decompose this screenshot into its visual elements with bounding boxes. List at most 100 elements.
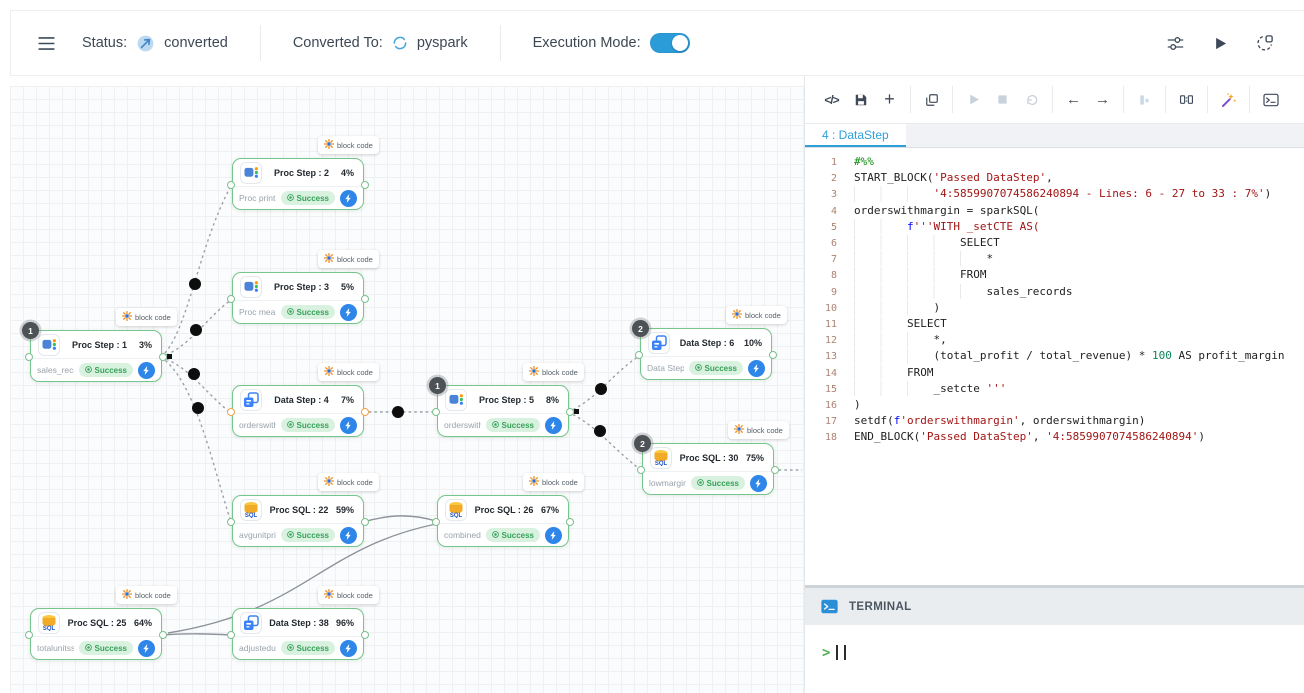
edge-waypoint-dot[interactable] [188, 368, 200, 380]
graph-node-25[interactable]: block codeSQLProc SQL : 2564%totalunitss… [30, 608, 162, 660]
input-port[interactable] [227, 631, 235, 639]
status-badge-success: Success [486, 418, 540, 432]
status-badge-success: Success [281, 191, 335, 205]
input-port[interactable] [227, 181, 235, 189]
terminal-input[interactable]: > [805, 628, 1304, 693]
code-token: orderswithmargin = sparkSQL( [854, 203, 1039, 219]
block-code-chip[interactable]: block code [116, 308, 177, 326]
block-code-label: block code [337, 255, 373, 264]
sync-icon [392, 35, 408, 51]
graph-node-22[interactable]: block codeSQLProc SQL : 2259%avgunitpric… [232, 495, 364, 547]
node-action-button[interactable] [748, 360, 765, 377]
node-action-button[interactable] [340, 527, 357, 544]
node-action-button[interactable] [545, 417, 562, 434]
input-port[interactable] [25, 631, 33, 639]
graph-node-30[interactable]: 2block codeSQLProc SQL : 3075%lowmargino… [642, 443, 774, 495]
input-port[interactable] [227, 518, 235, 526]
code-line: 2START_BLOCK('Passed DataStep', [805, 170, 1304, 186]
block-code-chip[interactable]: block code [318, 473, 379, 491]
screens-icon[interactable] [1256, 34, 1274, 52]
node-action-button[interactable] [340, 417, 357, 434]
node-card: SQLProc SQL : 2259%avgunitprice...Succes… [232, 495, 364, 547]
input-port[interactable] [635, 351, 643, 359]
edge-waypoint-dot[interactable] [594, 425, 606, 437]
node-action-button[interactable] [750, 475, 767, 492]
line-number: 10 [805, 300, 837, 316]
graph-node-38[interactable]: block codeData Step : 3896%adjustedunit.… [232, 608, 364, 660]
block-code-chip[interactable]: block code [726, 306, 787, 324]
input-port[interactable] [637, 466, 645, 474]
node-percentage: 8% [546, 395, 561, 405]
swap-icon[interactable] [1173, 86, 1200, 113]
output-port[interactable] [361, 295, 369, 303]
node-action-button[interactable] [138, 640, 155, 657]
graph-node-2[interactable]: block codeProc Step : 24%Proc printSucce… [232, 158, 364, 210]
edge-waypoint-dot[interactable] [392, 406, 404, 418]
code-editor[interactable]: 1#%%2START_BLOCK('Passed DataStep',3 '4:… [805, 149, 1304, 582]
block-code-chip[interactable]: block code [523, 363, 584, 381]
execution-mode-toggle[interactable] [650, 33, 690, 53]
tab-datastep[interactable]: 4 : DataStep [805, 124, 906, 147]
graph-node-26[interactable]: block codeSQLProc SQL : 2667%combinedm..… [437, 495, 569, 547]
success-icon [287, 644, 294, 653]
output-port[interactable] [566, 518, 574, 526]
output-port[interactable] [159, 631, 167, 639]
output-port[interactable] [771, 466, 779, 474]
menu-icon[interactable] [37, 36, 56, 51]
block-code-chip[interactable]: block code [318, 586, 379, 604]
save-icon[interactable] [847, 86, 874, 113]
node-action-button[interactable] [340, 640, 357, 657]
run-icon[interactable] [1213, 36, 1228, 51]
output-port[interactable] [361, 408, 369, 416]
input-port[interactable] [432, 518, 440, 526]
line-number: 3 [805, 186, 837, 202]
block-code-chip[interactable]: block code [523, 473, 584, 491]
block-code-chip[interactable]: block code [116, 586, 177, 604]
input-port[interactable] [227, 408, 235, 416]
arrow-left-icon[interactable]: ← [1060, 86, 1087, 113]
format-icon[interactable] [1131, 86, 1158, 113]
graph-node-5[interactable]: 1block codeProc Step : 58%orderswith...S… [437, 385, 569, 437]
plus-icon[interactable]: + [876, 86, 903, 113]
arrow-right-icon[interactable]: → [1089, 86, 1116, 113]
node-action-button[interactable] [138, 362, 155, 379]
terminal-header[interactable]: TERMINAL [805, 585, 1304, 625]
input-port[interactable] [227, 295, 235, 303]
output-port[interactable] [361, 518, 369, 526]
output-port[interactable] [769, 351, 777, 359]
graph-node-1[interactable]: 1block codeProc Step : 13%sales_recordsS… [30, 330, 162, 382]
edge-waypoint-dot[interactable] [595, 383, 607, 395]
block-code-chip[interactable]: block code [728, 421, 789, 439]
block-code-chip[interactable]: block code [318, 250, 379, 268]
edge-waypoint-dot[interactable] [189, 278, 201, 290]
output-port[interactable] [361, 631, 369, 639]
input-port[interactable] [432, 408, 440, 416]
node-action-button[interactable] [340, 304, 357, 321]
terminal-icon[interactable] [1257, 86, 1284, 113]
node-action-button[interactable] [340, 190, 357, 207]
edge-waypoint-dot[interactable] [190, 324, 202, 336]
play-icon[interactable] [960, 86, 987, 113]
input-port[interactable] [25, 353, 33, 361]
output-port[interactable] [566, 408, 574, 416]
refresh-icon[interactable] [1018, 86, 1045, 113]
edge-waypoint-dot[interactable] [192, 402, 204, 414]
output-port[interactable] [159, 353, 167, 361]
block-code-chip[interactable]: block code [318, 363, 379, 381]
graph-node-6[interactable]: 2block codeData Step : 610%Data StepSucc… [640, 328, 772, 380]
node-action-button[interactable] [545, 527, 562, 544]
stop-icon[interactable] [989, 86, 1016, 113]
sql-step-icon: SQL [240, 499, 262, 521]
block-code-chip[interactable]: block code [318, 136, 379, 154]
code-line: 8 FROM [805, 267, 1304, 283]
code-token: 'Passed DataStep' [920, 429, 1033, 445]
pipeline-canvas[interactable]: 1block codeProc Step : 13%sales_recordsS… [10, 86, 804, 693]
output-port[interactable] [361, 181, 369, 189]
copy-icon[interactable] [918, 86, 945, 113]
graph-node-3[interactable]: block codeProc Step : 35%Proc meansSucce… [232, 272, 364, 324]
code-icon[interactable]: </> [818, 86, 845, 113]
wand-icon[interactable] [1215, 86, 1242, 113]
tune-icon[interactable] [1166, 35, 1185, 52]
graph-node-4[interactable]: block codeData Step : 47%orderswith...Su… [232, 385, 364, 437]
code-token: '4:5859907074586240894 - Lines: 6 - 27 t… [933, 186, 1264, 202]
